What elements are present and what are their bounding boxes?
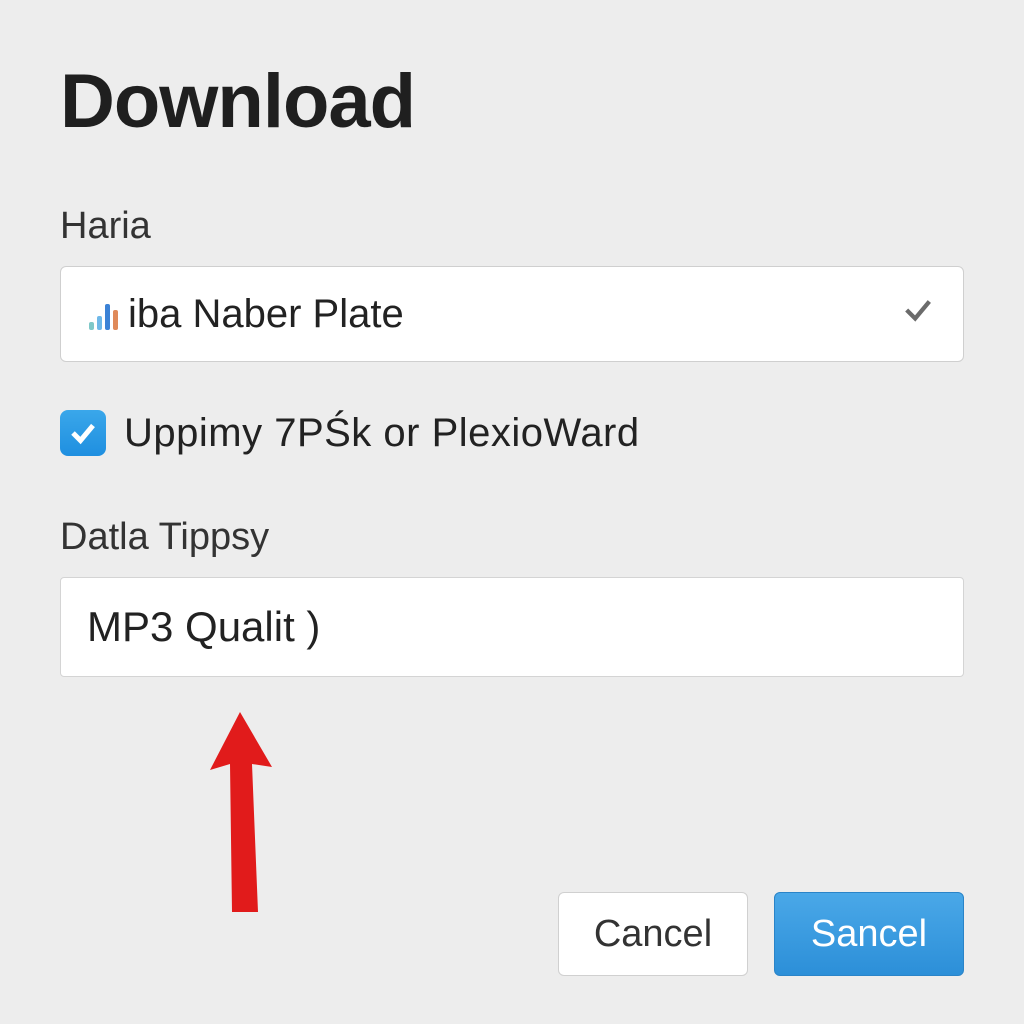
dialog-title: Download [60,58,964,145]
check-icon [901,292,935,337]
field-datla-label: Datla Tippsy [60,516,964,559]
cancel-button-label: Cancel [594,913,712,956]
cancel-button[interactable]: Cancel [558,892,748,976]
dialog-button-row: Cancel Sancel [558,892,964,976]
confirm-button-label: Sancel [811,913,927,956]
haria-select-value: iba Naber Plate [128,292,404,337]
datla-input-value: MP3 Qualit ) [87,603,320,651]
field-haria-label: Haria [60,205,964,248]
uppimy-checkbox-label: Uppimy 7PŚk or PlexioWard [124,411,640,456]
confirm-button[interactable]: Sancel [774,892,964,976]
datla-input[interactable]: MP3 Qualit ) [60,577,964,677]
uppimy-checkbox[interactable] [60,410,106,456]
uppimy-checkbox-row[interactable]: Uppimy 7PŚk or PlexioWard [60,410,964,456]
haria-select[interactable]: iba Naber Plate [60,266,964,362]
arrow-annotation-icon [208,712,328,927]
bars-icon [89,298,118,330]
